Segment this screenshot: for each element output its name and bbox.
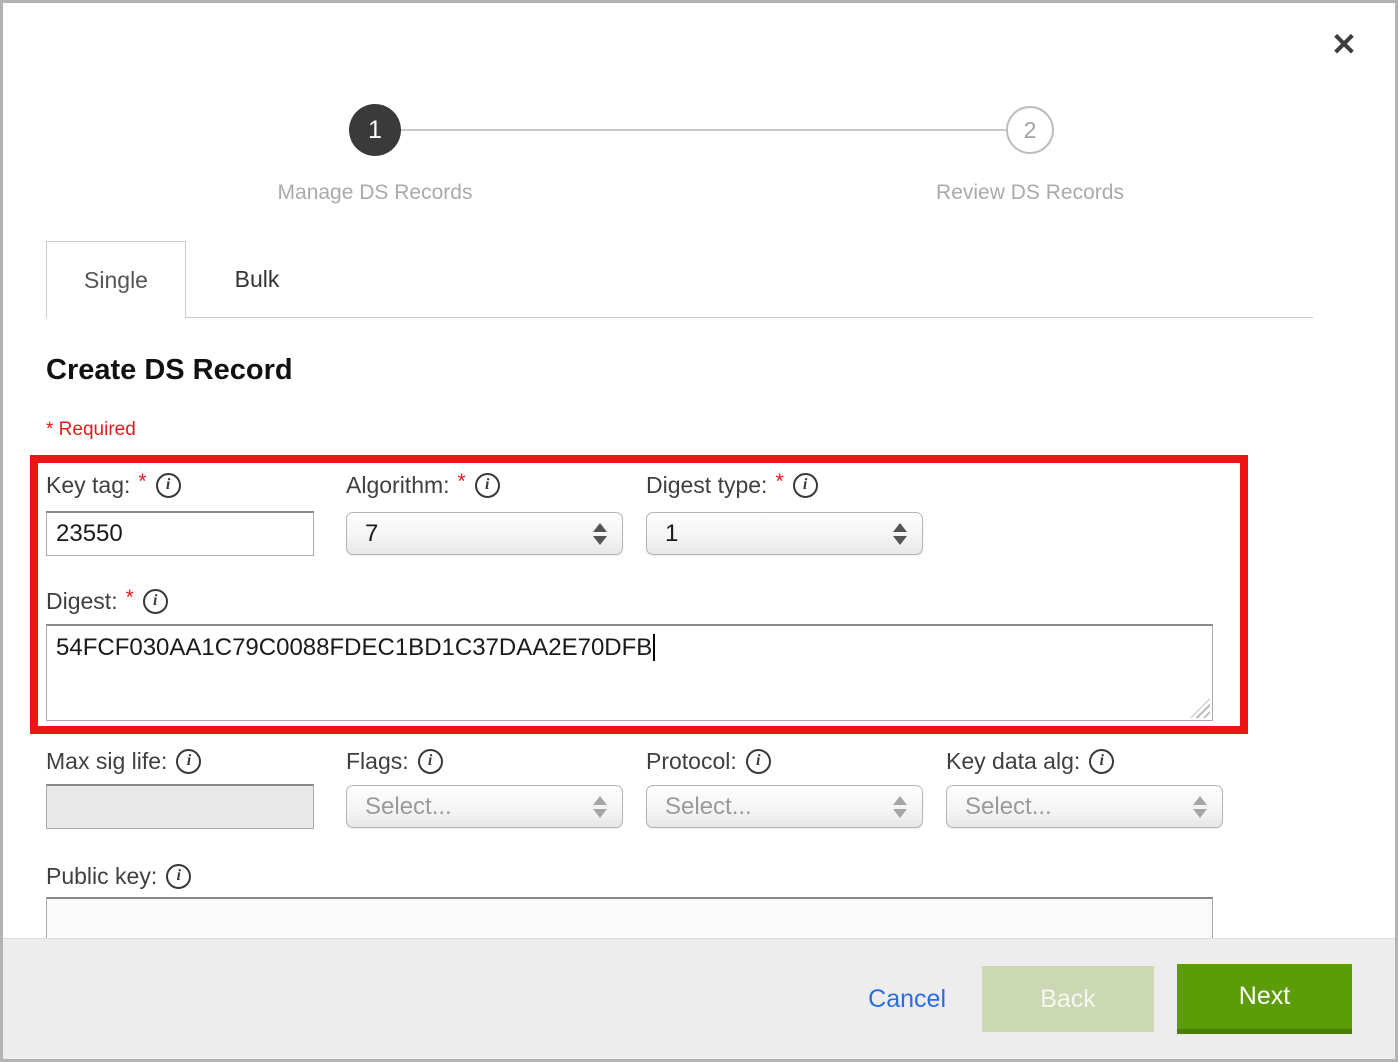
page-title: Create DS Record xyxy=(46,354,293,387)
key-tag-info-icon[interactable]: i xyxy=(156,473,181,498)
tab-bulk[interactable]: Bulk xyxy=(187,241,327,318)
public-key-label-text: Public key: xyxy=(46,863,157,890)
protocol-label: Protocol: i xyxy=(646,747,771,775)
flags-info-icon[interactable]: i xyxy=(418,749,443,774)
close-icon[interactable]: ✕ xyxy=(1331,29,1357,60)
algorithm-required-asterisk: * xyxy=(458,470,466,494)
select-arrows-icon xyxy=(893,796,907,818)
tabs-bottom-rule xyxy=(186,317,1313,318)
key-data-alg-info-icon[interactable]: i xyxy=(1089,749,1114,774)
select-arrows-icon xyxy=(593,523,607,545)
protocol-label-text: Protocol: xyxy=(646,748,737,775)
digest-textarea[interactable]: 54FCF030AA1C79C0088FDEC1BD1C37DAA2E70DFB xyxy=(46,624,1213,721)
stepper-step-1-circle: 1 xyxy=(349,104,401,156)
key-tag-label: Key tag: * i xyxy=(46,471,181,499)
next-button[interactable]: Next xyxy=(1177,964,1352,1034)
key-tag-input[interactable]: 23550 xyxy=(46,511,314,556)
flags-select[interactable]: Select... xyxy=(346,785,623,828)
digest-required-asterisk: * xyxy=(126,586,134,610)
max-sig-life-label: Max sig life: i xyxy=(46,747,201,775)
digest-type-required-asterisk: * xyxy=(775,470,783,494)
tab-single[interactable]: Single xyxy=(46,241,186,318)
stepper-step-1-label: Manage DS Records xyxy=(215,181,535,205)
algorithm-label: Algorithm: * i xyxy=(346,471,500,499)
stepper-step-2-label: Review DS Records xyxy=(870,181,1190,205)
resize-grip-icon[interactable] xyxy=(1190,698,1210,718)
key-data-alg-selected-value: Select... xyxy=(965,793,1052,821)
key-tag-value: 23550 xyxy=(56,520,123,548)
select-arrows-icon xyxy=(1193,796,1207,818)
public-key-label: Public key: i xyxy=(46,862,191,890)
required-note: * Required xyxy=(46,419,136,441)
stepper-step-1-number: 1 xyxy=(368,116,382,145)
algorithm-info-icon[interactable]: i xyxy=(475,473,500,498)
select-arrows-icon xyxy=(893,523,907,545)
flags-selected-value: Select... xyxy=(365,793,452,821)
digest-type-info-icon[interactable]: i xyxy=(793,473,818,498)
stepper-step-2-circle: 2 xyxy=(1006,106,1054,154)
text-cursor xyxy=(653,634,655,661)
key-data-alg-label: Key data alg: i xyxy=(946,747,1114,775)
key-data-alg-select[interactable]: Select... xyxy=(946,785,1223,828)
cancel-link[interactable]: Cancel xyxy=(868,985,946,1014)
stepper-connector-line xyxy=(375,129,1030,131)
digest-info-icon[interactable]: i xyxy=(143,589,168,614)
max-sig-life-info-icon[interactable]: i xyxy=(176,749,201,774)
algorithm-label-text: Algorithm: xyxy=(346,472,450,499)
key-tag-label-text: Key tag: xyxy=(46,472,130,499)
algorithm-selected-value: 7 xyxy=(365,520,378,548)
digest-type-label-text: Digest type: xyxy=(646,472,767,499)
flags-label-text: Flags: xyxy=(346,748,409,775)
create-ds-record-modal: ✕ 1 2 Manage DS Records Review DS Record… xyxy=(0,0,1398,1062)
digest-label: Digest: * i xyxy=(46,587,168,615)
protocol-select[interactable]: Select... xyxy=(646,785,923,828)
protocol-selected-value: Select... xyxy=(665,793,752,821)
key-data-alg-label-text: Key data alg: xyxy=(946,748,1080,775)
select-arrows-icon xyxy=(593,796,607,818)
max-sig-life-label-text: Max sig life: xyxy=(46,748,167,775)
digest-type-selected-value: 1 xyxy=(665,520,678,548)
protocol-info-icon[interactable]: i xyxy=(746,749,771,774)
stepper-step-2-number: 2 xyxy=(1024,117,1037,144)
back-button[interactable]: Back xyxy=(982,966,1154,1032)
max-sig-life-input[interactable] xyxy=(46,784,314,829)
digest-value: 54FCF030AA1C79C0088FDEC1BD1C37DAA2E70DFB xyxy=(56,634,652,661)
algorithm-select[interactable]: 7 xyxy=(346,512,623,555)
public-key-info-icon[interactable]: i xyxy=(166,864,191,889)
flags-label: Flags: i xyxy=(346,747,443,775)
modal-footer: Cancel Back Next xyxy=(3,938,1395,1059)
digest-type-label: Digest type: * i xyxy=(646,471,818,499)
key-tag-required-asterisk: * xyxy=(138,470,146,494)
digest-label-text: Digest: xyxy=(46,588,118,615)
digest-type-select[interactable]: 1 xyxy=(646,512,923,555)
